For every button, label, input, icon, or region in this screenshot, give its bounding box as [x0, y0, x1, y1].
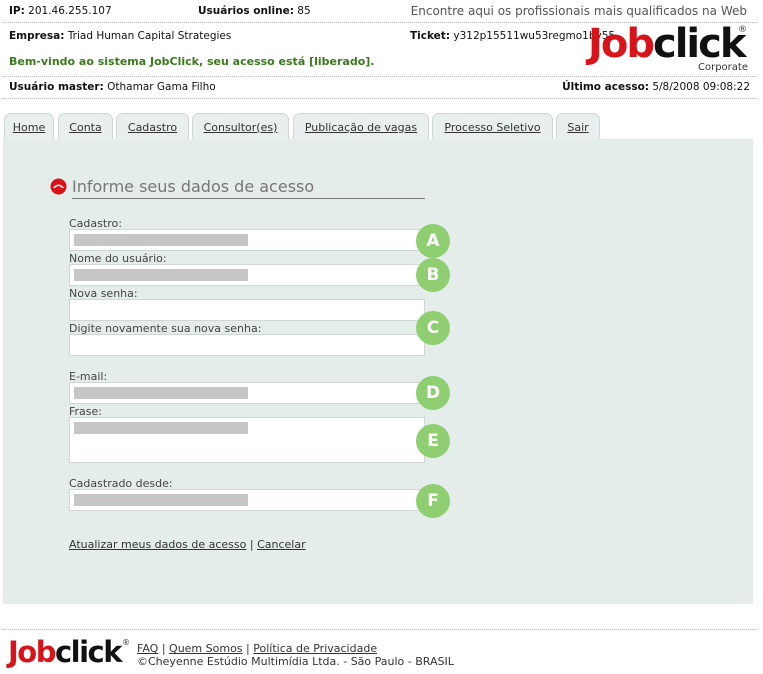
logo-registered-mark: ® — [738, 25, 747, 35]
divider — [3, 98, 757, 99]
tab-processo-seletivo[interactable]: Processo Seletivo — [432, 113, 553, 140]
callout-badge-b: B — [416, 258, 450, 292]
logo-click-text: click — [653, 21, 746, 67]
new-password-input[interactable] — [69, 299, 425, 321]
section-bullet-icon — [50, 178, 67, 195]
users-online-value: 85 — [297, 5, 311, 17]
phrase-textarea[interactable] — [69, 417, 425, 463]
ip-label: IP: — [9, 5, 25, 17]
ip-value: 201.46.255.107 — [28, 5, 112, 17]
divider — [3, 629, 757, 630]
master-user-info: Usuário master: Othamar Gama Filho — [9, 81, 216, 93]
callout-badge-a: A — [416, 224, 450, 258]
last-access-info: Último acesso: 5/8/2008 09:08:22 — [562, 81, 750, 93]
ticket-info: Ticket: y312p15511wu53regmo1by55 — [410, 30, 615, 42]
action-separator: | — [249, 538, 254, 551]
tab-home[interactable]: Home — [4, 113, 54, 140]
last-access-label: Último acesso: — [562, 81, 649, 93]
tab-consultores[interactable]: Consultor(es) — [192, 113, 289, 140]
redacted-value — [74, 269, 248, 281]
redacted-value — [74, 494, 248, 506]
ip-info: IP: 201.46.255.107 — [9, 5, 112, 17]
tab-publicacao-vagas[interactable]: Publicação de vagas — [293, 113, 429, 140]
callout-badge-c: C — [416, 311, 450, 345]
logo-job-text: Job — [588, 21, 655, 67]
cancel-link[interactable]: Cancelar — [257, 538, 306, 551]
faq-link[interactable]: FAQ — [137, 642, 158, 655]
ticket-label: Ticket: — [410, 30, 451, 42]
users-online: Usuários online: 85 — [198, 5, 311, 17]
update-access-link[interactable]: Atualizar meus dados de acesso — [69, 538, 246, 551]
privacy-link[interactable]: Política de Privacidade — [253, 642, 377, 655]
email-field[interactable] — [69, 382, 425, 404]
about-link[interactable]: Quem Somos — [169, 642, 243, 655]
tab-cadastro[interactable]: Cadastro — [116, 113, 189, 140]
footer-links: FAQ | Quem Somos | Política de Privacida… — [137, 642, 377, 655]
master-user-value: Othamar Gama Filho — [107, 81, 216, 93]
callout-badge-e: E — [416, 424, 450, 458]
company-label: Empresa: — [9, 30, 65, 42]
section-title: Informe seus dados de acesso — [72, 177, 315, 196]
redacted-value — [74, 422, 248, 434]
company-value: Triad Human Capital Strategies — [67, 30, 232, 42]
footer-logo-job-text: Job — [8, 635, 56, 669]
confirm-password-input[interactable] — [69, 334, 425, 356]
cadastro-field — [69, 229, 425, 251]
form-actions: Atualizar meus dados de acesso | Cancela… — [69, 538, 306, 551]
copyright-text: ©Cheyenne Estúdio Multimídia Ltda. - São… — [137, 655, 454, 668]
main-panel — [3, 139, 753, 604]
jobclick-logo[interactable]: Jobclick — [588, 21, 746, 67]
callout-badge-d: D — [416, 376, 450, 410]
tab-conta[interactable]: Conta — [58, 113, 113, 140]
welcome-message: Bem-vindo ao sistema JobClick, seu acess… — [9, 55, 375, 68]
tagline: Encontre aqui os profissionais mais qual… — [410, 4, 747, 18]
users-online-label: Usuários online: — [198, 5, 294, 17]
tab-sair[interactable]: Sair — [556, 113, 600, 140]
redacted-value — [74, 234, 248, 246]
footer-jobclick-logo[interactable]: Jobclick — [8, 635, 123, 669]
redacted-value — [74, 387, 248, 399]
registered-since-field — [69, 489, 425, 511]
username-field — [69, 264, 425, 286]
footer-separator: | — [246, 642, 250, 655]
company-info: Empresa: Triad Human Capital Strategies — [9, 30, 231, 42]
callout-badge-f: F — [416, 484, 450, 518]
footer-logo-registered-mark: ® — [122, 638, 130, 647]
footer-logo-click-text: click — [54, 635, 123, 669]
footer-separator: | — [161, 642, 166, 655]
last-access-value: 5/8/2008 09:08:22 — [652, 81, 750, 93]
logo-subtitle: Corporate — [698, 62, 748, 73]
divider — [3, 76, 757, 77]
section-title-underline — [72, 198, 425, 199]
master-user-label: Usuário master: — [9, 81, 104, 93]
